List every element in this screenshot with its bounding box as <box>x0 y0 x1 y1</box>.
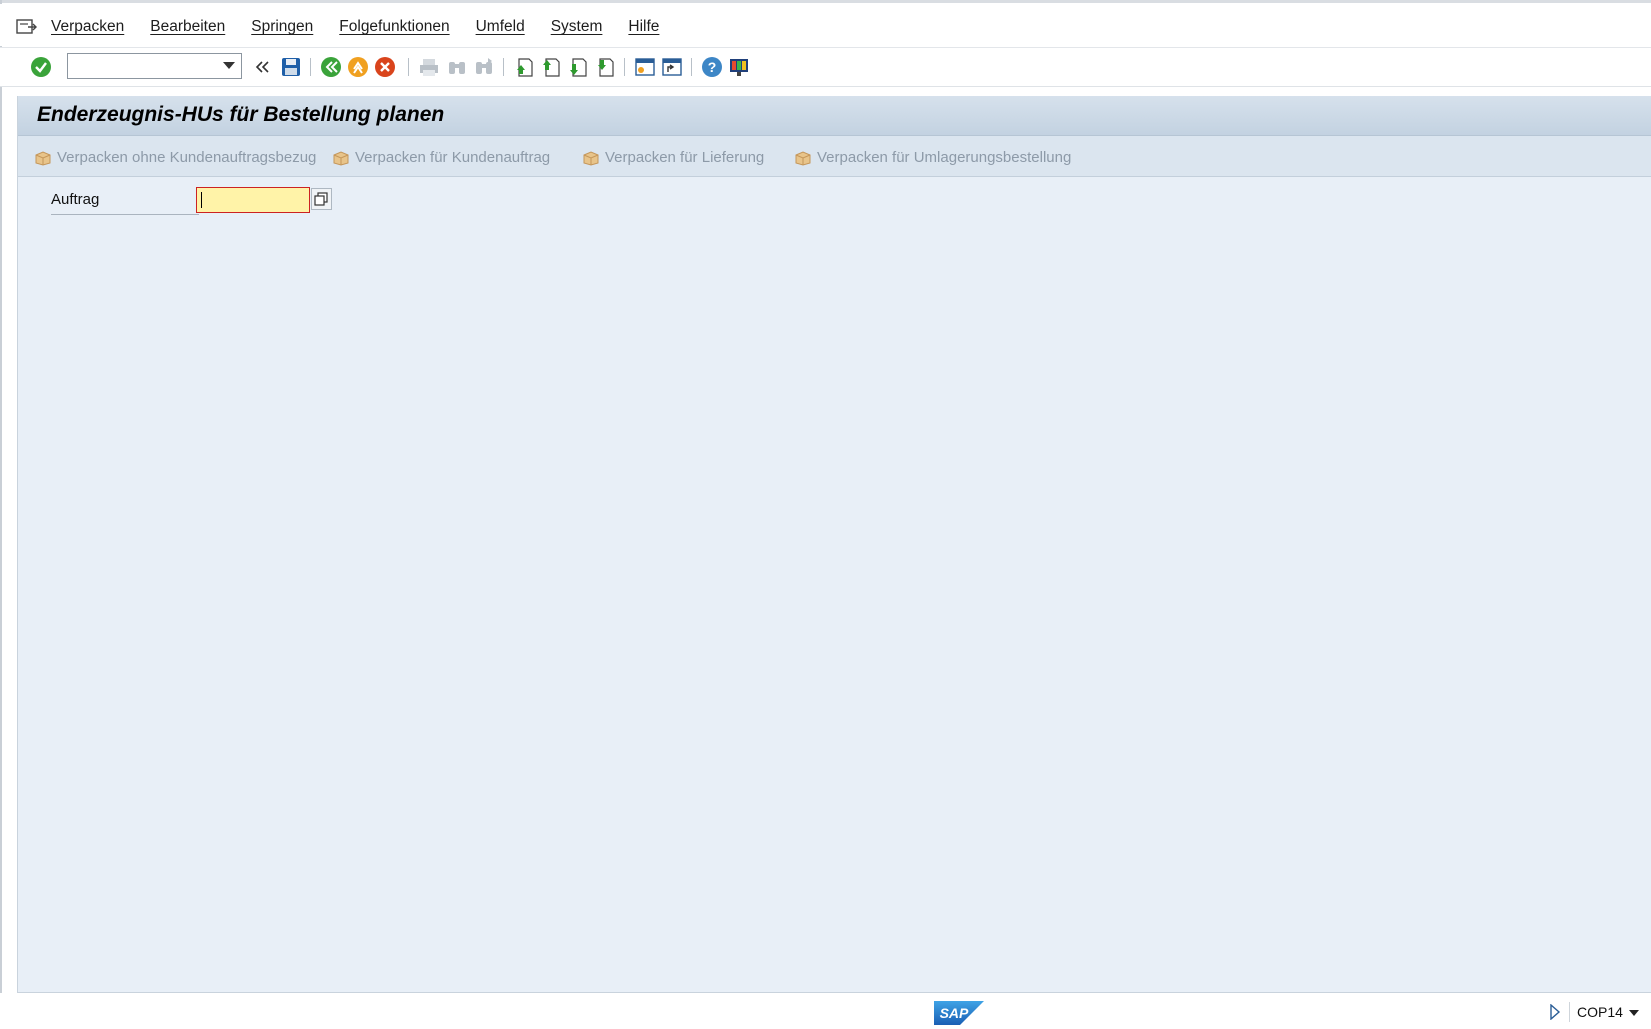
button-label: Verpacken für Lieferung <box>605 148 765 166</box>
find-icon <box>449 62 465 74</box>
help-icon[interactable]: ? <box>701 56 723 78</box>
menu-system[interactable]: System <box>551 18 603 36</box>
package-icon <box>795 151 811 166</box>
toolbar-separator <box>503 58 504 76</box>
exit-icon[interactable] <box>347 56 369 78</box>
toolbar-separator-line <box>0 86 1651 87</box>
text-cursor <box>201 192 202 208</box>
menu-bar: Verpacken Bearbeiten Springen Folgefunkt… <box>0 4 1651 46</box>
svg-text:?: ? <box>708 59 717 75</box>
system-info: COP14 <box>1577 1004 1623 1020</box>
package-icon <box>583 151 599 166</box>
find-next-icon <box>476 58 492 74</box>
button-label: Verpacken ohne Kundenauftragsbezug <box>57 148 317 166</box>
verpacken-fuer-lieferung-button[interactable]: Verpacken für Lieferung <box>581 148 764 166</box>
back-icon[interactable] <box>320 56 342 78</box>
last-page-icon[interactable] <box>594 56 616 78</box>
collapse-icon[interactable] <box>253 56 271 78</box>
print-icon <box>420 59 438 76</box>
enter-check-icon[interactable] <box>30 56 52 78</box>
page-title: Enderzeugnis-HUs für Bestellung planen <box>37 103 445 126</box>
toolbar-separator <box>408 58 409 76</box>
toolbar-separator <box>624 58 625 76</box>
standard-toolbar: ? <box>0 48 1651 86</box>
window-left-edge <box>0 0 2 1029</box>
menu-umfeld[interactable]: Umfeld <box>476 18 525 36</box>
verpacken-fuer-umlagerungsbestellung-button[interactable]: Verpacken für Umlagerungsbestellung <box>793 148 1071 166</box>
package-icon <box>35 151 51 166</box>
sap-logo: SAP <box>934 1001 984 1025</box>
auftrag-input[interactable] <box>196 187 310 213</box>
application-toolbar: Verpacken ohne Kundenauftragsbezug Verpa… <box>18 136 1651 177</box>
status-separator <box>1569 1002 1570 1022</box>
first-page-icon[interactable] <box>513 56 535 78</box>
previous-page-icon[interactable] <box>540 56 562 78</box>
auftrag-label: Auftrag <box>51 191 199 215</box>
menu-hilfe[interactable]: Hilfe <box>628 18 659 36</box>
button-label: Verpacken für Umlagerungsbestellung <box>817 148 1072 166</box>
next-page-icon[interactable] <box>567 56 589 78</box>
create-shortcut-icon[interactable] <box>661 56 683 78</box>
main-panel: Enderzeugnis-HUs für Bestellung planen V… <box>17 96 1651 993</box>
status-expand-icon[interactable] <box>1549 1004 1561 1020</box>
system-info-dropdown-icon[interactable] <box>1629 1010 1639 1016</box>
window-top-edge <box>0 0 1651 3</box>
value-help-button[interactable] <box>311 188 332 210</box>
command-dropdown-icon[interactable] <box>223 62 235 69</box>
customize-layout-icon[interactable] <box>728 56 750 78</box>
cancel-icon[interactable] <box>374 56 396 78</box>
verpacken-fuer-kundenauftrag-button[interactable]: Verpacken für Kundenauftrag <box>331 148 550 166</box>
save-icon[interactable] <box>280 56 302 78</box>
menu-verpacken[interactable]: Verpacken <box>51 18 124 36</box>
sap-logo-text: SAP <box>940 1005 969 1021</box>
title-bar: Enderzeugnis-HUs für Bestellung planen <box>18 96 1651 136</box>
package-icon <box>333 151 349 166</box>
toolbar-separator <box>691 58 692 76</box>
command-field[interactable] <box>67 53 242 79</box>
toolbar-separator <box>310 58 311 76</box>
menu-springen[interactable]: Springen <box>251 18 313 36</box>
system-menu-icon[interactable] <box>16 18 38 36</box>
menu-folgefunktionen[interactable]: Folgefunktionen <box>339 18 449 36</box>
value-help-icon <box>314 192 328 206</box>
verpacken-ohne-kundenauftragsbezug-button[interactable]: Verpacken ohne Kundenauftragsbezug <box>33 148 316 166</box>
create-session-icon[interactable] <box>634 56 656 78</box>
button-label: Verpacken für Kundenauftrag <box>355 148 551 166</box>
status-bar <box>0 993 1651 1029</box>
menu-bearbeiten[interactable]: Bearbeiten <box>150 18 225 36</box>
